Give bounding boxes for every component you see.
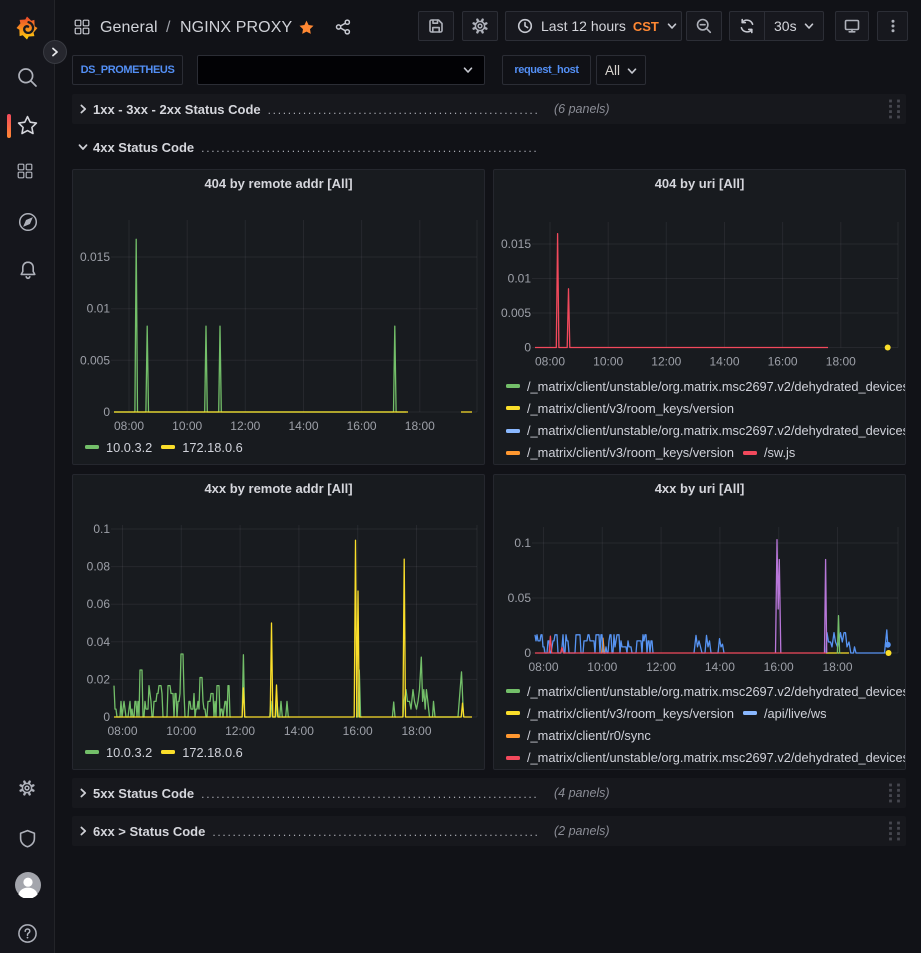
svg-text:0.05: 0.05 bbox=[508, 591, 532, 605]
svg-text:12:00: 12:00 bbox=[651, 355, 681, 369]
svg-text:10:00: 10:00 bbox=[166, 724, 196, 738]
svg-text:10:00: 10:00 bbox=[587, 660, 617, 674]
svg-text:08:00: 08:00 bbox=[107, 724, 137, 738]
svg-text:10:00: 10:00 bbox=[172, 419, 202, 433]
svg-text:12:00: 12:00 bbox=[230, 419, 260, 433]
svg-text:18:00: 18:00 bbox=[401, 724, 431, 738]
svg-text:08:00: 08:00 bbox=[114, 419, 144, 433]
svg-text:0.08: 0.08 bbox=[87, 560, 111, 574]
svg-text:08:00: 08:00 bbox=[528, 660, 558, 674]
svg-text:0.005: 0.005 bbox=[80, 353, 110, 367]
svg-text:14:00: 14:00 bbox=[705, 660, 735, 674]
svg-text:12:00: 12:00 bbox=[646, 660, 676, 674]
svg-text:0.005: 0.005 bbox=[501, 306, 531, 320]
svg-text:0: 0 bbox=[103, 710, 110, 724]
svg-text:0: 0 bbox=[524, 646, 531, 660]
svg-text:0: 0 bbox=[103, 405, 110, 419]
svg-text:08:00: 08:00 bbox=[535, 355, 565, 369]
svg-text:14:00: 14:00 bbox=[284, 724, 314, 738]
svg-text:0.06: 0.06 bbox=[87, 597, 111, 611]
svg-text:0: 0 bbox=[524, 341, 531, 355]
svg-text:0.015: 0.015 bbox=[501, 237, 531, 251]
svg-text:0.015: 0.015 bbox=[80, 250, 110, 264]
svg-text:16:00: 16:00 bbox=[768, 355, 798, 369]
svg-text:0.02: 0.02 bbox=[87, 672, 111, 686]
svg-text:18:00: 18:00 bbox=[826, 355, 856, 369]
svg-text:14:00: 14:00 bbox=[709, 355, 739, 369]
svg-text:10:00: 10:00 bbox=[593, 355, 623, 369]
svg-text:12:00: 12:00 bbox=[225, 724, 255, 738]
svg-text:0.01: 0.01 bbox=[87, 302, 111, 316]
svg-text:14:00: 14:00 bbox=[288, 419, 318, 433]
svg-text:18:00: 18:00 bbox=[405, 419, 435, 433]
svg-text:16:00: 16:00 bbox=[343, 724, 373, 738]
svg-text:0.1: 0.1 bbox=[93, 522, 110, 536]
svg-text:0.1: 0.1 bbox=[514, 536, 531, 550]
svg-text:16:00: 16:00 bbox=[347, 419, 377, 433]
svg-text:0.04: 0.04 bbox=[87, 635, 111, 649]
svg-text:18:00: 18:00 bbox=[822, 660, 852, 674]
svg-text:0.01: 0.01 bbox=[508, 272, 532, 286]
svg-text:16:00: 16:00 bbox=[764, 660, 794, 674]
